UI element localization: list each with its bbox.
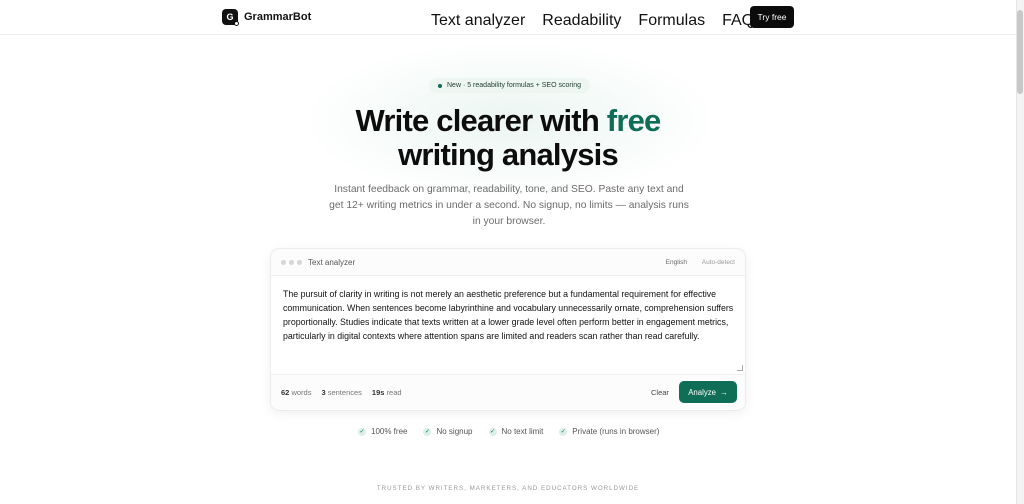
main-nav: Text analyzer Readability Formulas FAQ	[431, 12, 754, 30]
language-select[interactable]: English	[666, 259, 687, 266]
nav-readability[interactable]: Readability	[542, 12, 621, 30]
resize-handle-icon[interactable]	[737, 365, 743, 371]
feature-item: ✓ No text limit	[488, 427, 544, 436]
auto-detect-toggle[interactable]: Auto-detect	[702, 259, 735, 266]
feature-item: ✓ Private (runs in browser)	[559, 427, 660, 436]
hero-subtitle: Instant feedback on grammar, readability…	[329, 184, 689, 227]
text-stats: 62 words 3 sentences 19s read	[281, 388, 402, 397]
feature-item: ✓ No signup	[423, 427, 473, 436]
feature-list: ✓ 100% free ✓ No signup ✓ No text limit ✓ Pr…	[358, 427, 659, 436]
window-dots-icon	[281, 260, 302, 265]
check-icon: ✓	[488, 427, 497, 436]
feature-item: ✓ 100% free	[358, 427, 408, 436]
top-navbar: G GrammarBot Text analyzer Readability F…	[0, 0, 1016, 35]
try-free-button[interactable]: Try free	[750, 6, 794, 28]
nav-formulas[interactable]: Formulas	[638, 12, 705, 30]
sentence-count: 3 sentences	[321, 388, 362, 397]
analyzer-title: Text analyzer	[308, 258, 356, 267]
trusted-by-text: TRUSTED BY WRITERS, MARKETERS, AND EDUCA…	[376, 485, 640, 492]
brand-logo-dot	[234, 21, 239, 26]
hero-headline: Write clearer with free writing analysis	[0, 104, 1016, 172]
analyze-button[interactable]: Analyze →	[679, 381, 737, 403]
arrow-right-icon: →	[719, 387, 728, 397]
check-icon: ✓	[423, 427, 432, 436]
nav-text-analyzer[interactable]: Text analyzer	[431, 12, 525, 30]
analyzer-header: Text analyzer English Auto-detect	[271, 249, 745, 276]
headline-part1: Write clearer with	[355, 103, 607, 138]
scrollbar[interactable]	[1016, 0, 1024, 504]
scrollbar-thumb[interactable]	[1017, 10, 1023, 94]
check-icon: ✓	[358, 427, 366, 436]
headline-accent: free	[606, 103, 661, 138]
brand-logo-icon: G	[222, 9, 239, 26]
text-analyzer-card: Text analyzer English Auto-detect The pu…	[270, 248, 746, 411]
analyze-label: Analyze	[688, 387, 716, 397]
announcement-pill[interactable]: New · 5 readability formulas + SEO scori…	[429, 78, 591, 93]
brand-name: GrammarBot	[244, 11, 312, 23]
brand-logo-letter: G	[226, 12, 234, 22]
analyzer-footer: 62 words 3 sentences 19s read Clear Anal…	[271, 374, 745, 410]
word-count: 62 words	[281, 388, 312, 397]
pill-text: New · 5 readability formulas + SEO scori…	[447, 82, 582, 89]
brand[interactable]: G GrammarBot	[222, 9, 312, 26]
headline-part2: writing analysis	[398, 137, 619, 172]
analyzer-textarea[interactable]: The pursuit of clarity in writing is not…	[283, 287, 735, 343]
clear-button[interactable]: Clear	[651, 388, 669, 397]
read-time: 19s read	[371, 388, 402, 397]
pill-dot-icon	[438, 83, 442, 88]
check-icon: ✓	[559, 427, 568, 436]
